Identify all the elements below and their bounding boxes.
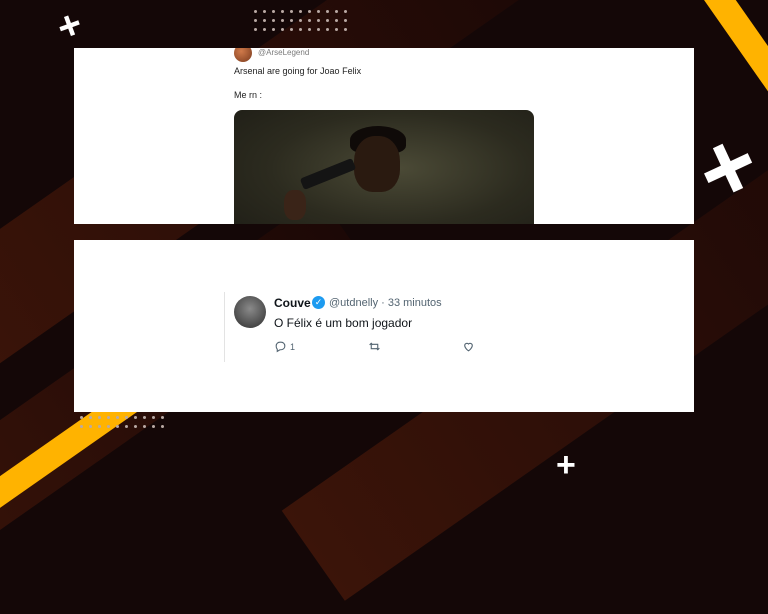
meme-image [234, 110, 534, 224]
verified-icon: ✓ [312, 296, 325, 309]
retweet-button[interactable] [368, 340, 462, 353]
plus-shape: + [679, 107, 768, 228]
tweet-caption: Me rn : [234, 90, 263, 100]
thread-rail [224, 292, 225, 362]
author-handle-time[interactable]: @utdnelly · 33 minutos [329, 297, 442, 309]
reply-count: 1 [290, 341, 296, 352]
retweet-icon [369, 342, 380, 351]
dots-pattern [254, 10, 347, 31]
avatar[interactable] [234, 296, 266, 328]
tweet-text: Arsenal are going for Joao Felix [234, 66, 362, 76]
tweet-actions: 1 [274, 340, 556, 353]
avatar [234, 48, 252, 62]
reply-button[interactable]: 1 [274, 340, 368, 353]
reply-icon [275, 341, 286, 353]
dots-pattern [80, 416, 164, 428]
top-tweet-card: @ArseLegend Arsenal are going for Joao F… [74, 48, 694, 224]
plus-shape: + [51, 1, 89, 51]
reply-text: O Félix é um bom jogador [274, 316, 413, 330]
author-name[interactable]: Couve [274, 296, 311, 310]
like-icon [464, 342, 473, 352]
tweet-handle: @ArseLegend [258, 48, 310, 57]
plus-shape: + [556, 446, 576, 484]
like-button[interactable] [462, 340, 556, 353]
reply-tweet-card: Couve ✓ @utdnelly · 33 minutos O Félix é… [74, 240, 694, 412]
